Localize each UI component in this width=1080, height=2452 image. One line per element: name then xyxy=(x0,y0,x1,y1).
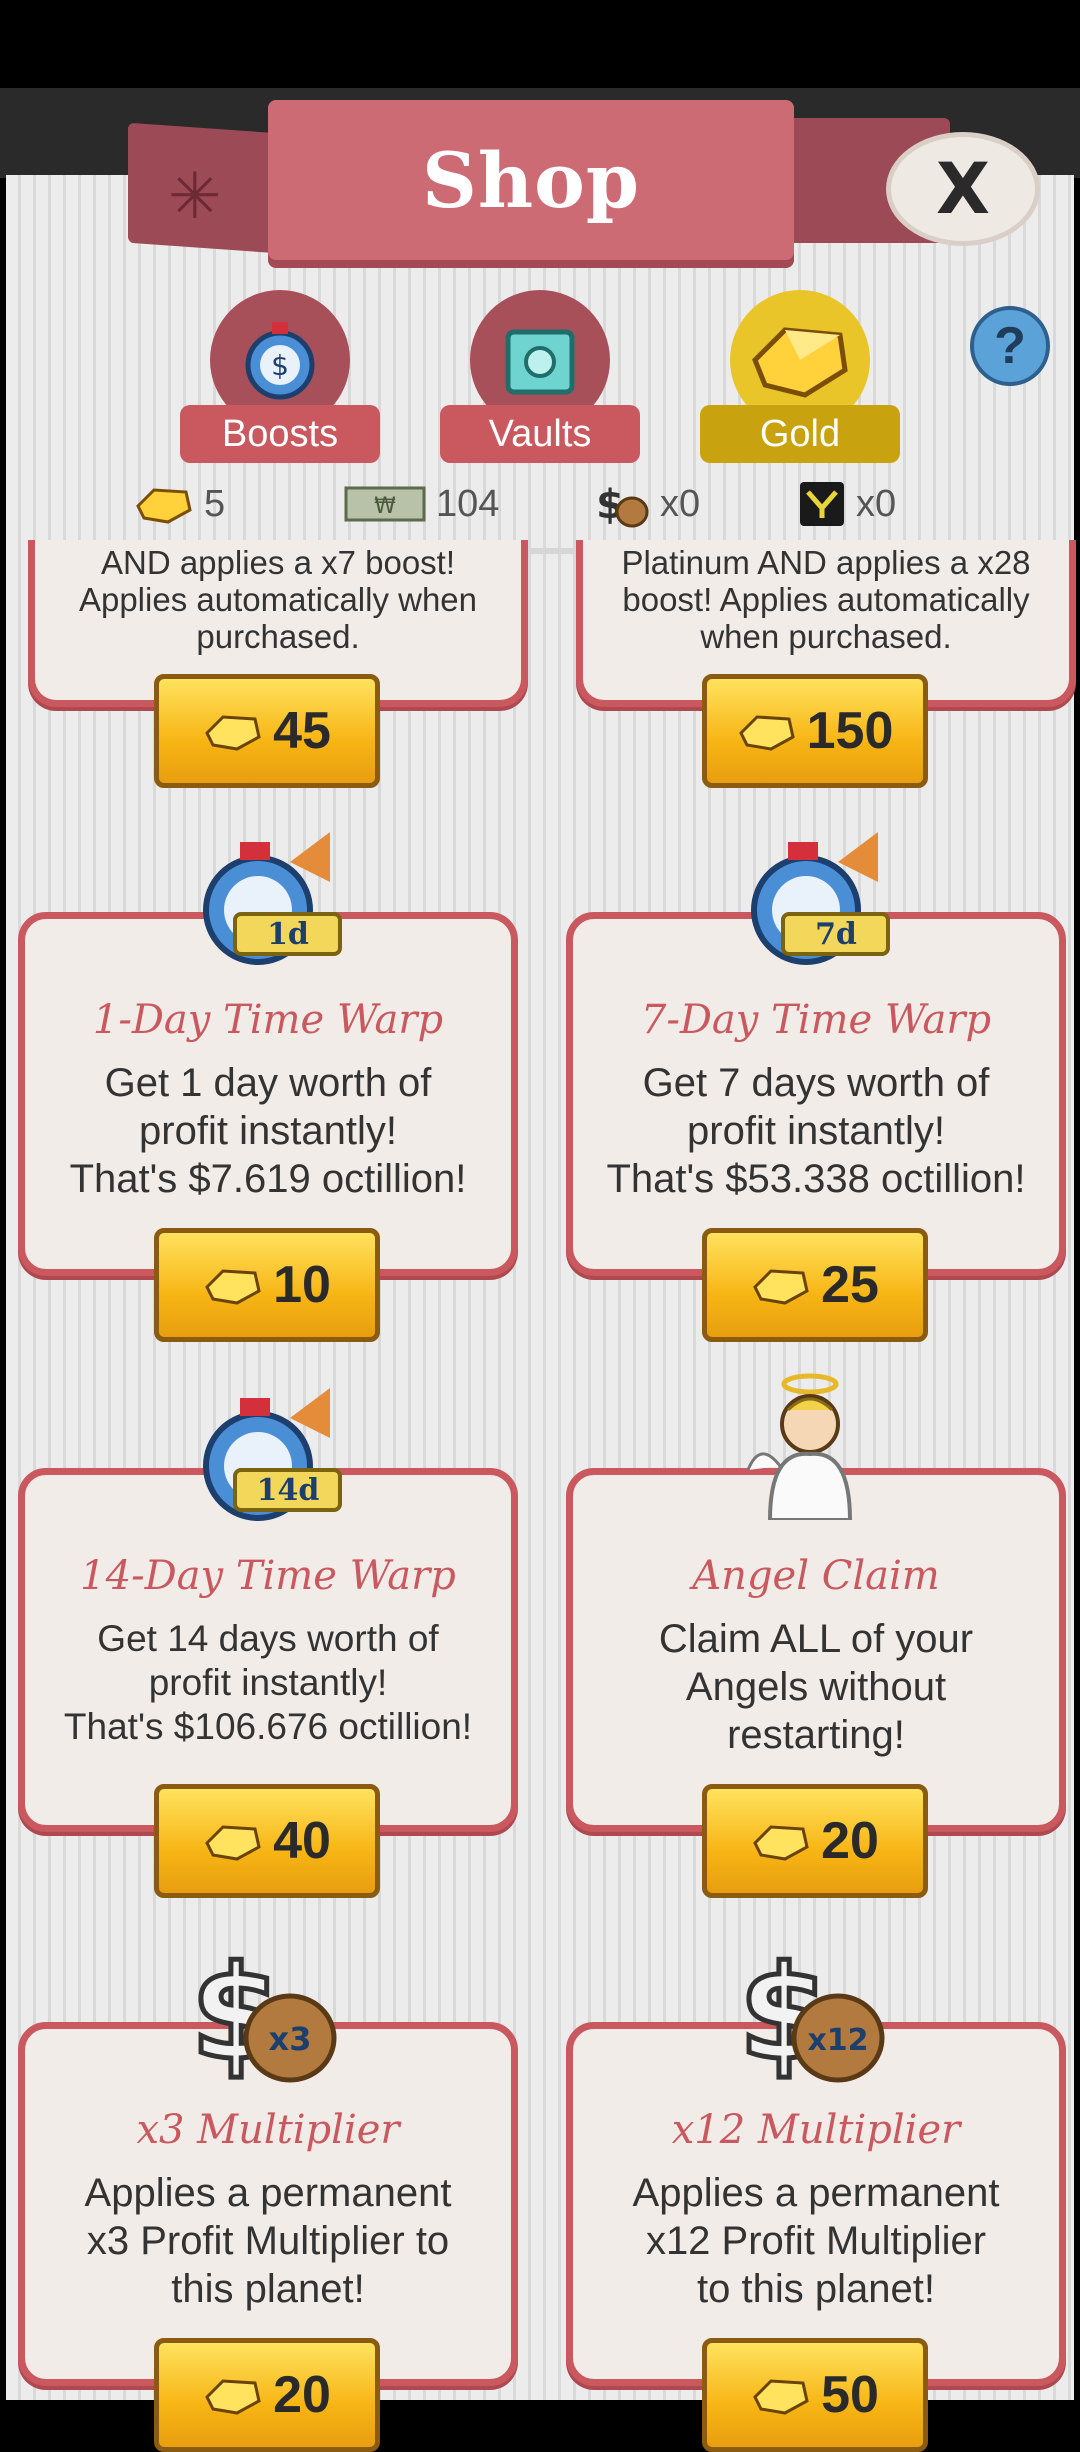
tab-gold-label: Gold xyxy=(700,405,900,463)
buy-button-25[interactable]: 25 xyxy=(702,1228,928,1342)
gold-gem-icon xyxy=(753,1269,809,1305)
buy-button-10[interactable]: 10 xyxy=(154,1228,380,1342)
gold-gem-icon xyxy=(205,1269,261,1305)
money-bag-icon: $ xyxy=(596,482,649,528)
angel-icon xyxy=(746,1373,853,1520)
card-title: 7-Day Time Warp xyxy=(640,997,992,1043)
currency-money-bag: $ x0 xyxy=(594,478,700,530)
tab-vaults[interactable]: Vaults xyxy=(440,290,640,463)
currency-gold: 5 xyxy=(134,478,225,530)
gold-gem-icon xyxy=(205,715,261,751)
close-button[interactable]: X xyxy=(886,132,1040,246)
buy-button-50[interactable]: 50 xyxy=(702,2338,928,2452)
price-value: 50 xyxy=(821,2366,879,2424)
tab-boosts-label: Boosts xyxy=(180,405,380,463)
tab-gold[interactable]: Gold xyxy=(700,290,900,463)
badge-text: 1d xyxy=(267,917,309,952)
card-description: Applies a permanent x12 Profit Multiplier… xyxy=(632,2171,1000,2311)
card-description: Get 1 day worth of profit instantly! That'… xyxy=(69,1061,467,1201)
card-description: Get 14 days worth of profit instantly! Tha… xyxy=(63,1618,473,1747)
gold-gem-icon xyxy=(753,1825,809,1861)
card-title: Angel Claim xyxy=(692,1553,940,1599)
price-value: 40 xyxy=(273,1812,331,1870)
megabucks-icon: ₩ xyxy=(344,486,426,522)
gold-gem-icon xyxy=(738,715,795,751)
price-value: 10 xyxy=(273,1256,331,1314)
price-value: 150 xyxy=(806,702,894,760)
card-title: x3 Multiplier xyxy=(136,2107,400,2153)
svg-text:$: $ xyxy=(271,349,289,382)
gold-gem-icon xyxy=(205,2379,261,2415)
time-warp-stopwatch-icon: 1d xyxy=(203,832,342,965)
currency-megabucks-value: 104 xyxy=(436,482,500,525)
buy-button-20[interactable]: 20 xyxy=(702,1784,928,1898)
badge-text: 7d xyxy=(815,917,857,952)
price-value: 20 xyxy=(821,1812,879,1870)
currency-item-box-value: x0 xyxy=(856,482,897,525)
tab-vaults-label: Vaults xyxy=(440,405,640,463)
price-value: 25 xyxy=(821,1256,879,1314)
currency-money-bag-value: x0 xyxy=(660,482,701,525)
card-description: Claim ALL of your Angels without restartin… xyxy=(658,1617,974,1757)
buy-button-45[interactable]: 45 xyxy=(154,674,380,788)
card-title: 1-Day Time Warp xyxy=(92,997,444,1043)
gold-gem-icon xyxy=(753,2379,809,2415)
buy-button-150[interactable]: 150 xyxy=(702,674,928,788)
price-value: 20 xyxy=(273,2366,331,2424)
svg-text:₩: ₩ xyxy=(374,494,396,519)
card-title: x12 Multiplier xyxy=(671,2107,961,2153)
multiplier-money-bag-icon: $ x3 xyxy=(188,1938,337,2088)
card-title: 14-Day Time Warp xyxy=(80,1553,456,1599)
shop-card-angel-claim: Angel Claim Claim ALL of your Angels with… xyxy=(566,1468,1066,1832)
badge-text: 14d xyxy=(257,1473,320,1508)
currency-item-box: x0 xyxy=(798,478,896,530)
shop-title: Shop xyxy=(422,135,640,225)
time-warp-stopwatch-icon: 7d xyxy=(751,832,890,965)
sparkle-icon: ✳ xyxy=(168,160,222,234)
card-description: Get 7 days worth of profit instantly! That… xyxy=(606,1061,1026,1201)
badge-text: x12 xyxy=(807,2023,868,2058)
gold-gem-icon xyxy=(136,488,192,524)
currency-megabucks: ₩ 104 xyxy=(344,478,499,530)
status-bar xyxy=(0,0,1080,88)
badge-text: x3 xyxy=(269,2020,312,2058)
item-box-icon xyxy=(800,482,844,526)
price-value: 45 xyxy=(273,702,331,760)
currency-gold-value: 5 xyxy=(204,482,226,525)
shop-title-banner: Shop xyxy=(268,100,794,260)
buy-button-20[interactable]: 20 xyxy=(154,2338,380,2452)
multiplier-money-bag-icon: $ x12 xyxy=(736,1938,885,2088)
help-button[interactable]: ? xyxy=(970,306,1050,386)
card-description: Applies a permanent x3 Profit Multiplier … xyxy=(84,2171,452,2311)
card-description: AND applies a x7 boost! Applies automatic… xyxy=(78,544,478,655)
time-warp-stopwatch-icon: 14d xyxy=(203,1388,342,1521)
card-description: Platinum AND applies a x28 boost! Applies… xyxy=(621,544,1031,655)
buy-button-40[interactable]: 40 xyxy=(154,1784,380,1898)
tab-boosts[interactable]: $ Boosts xyxy=(180,290,380,463)
gold-gem-icon xyxy=(205,1825,261,1861)
